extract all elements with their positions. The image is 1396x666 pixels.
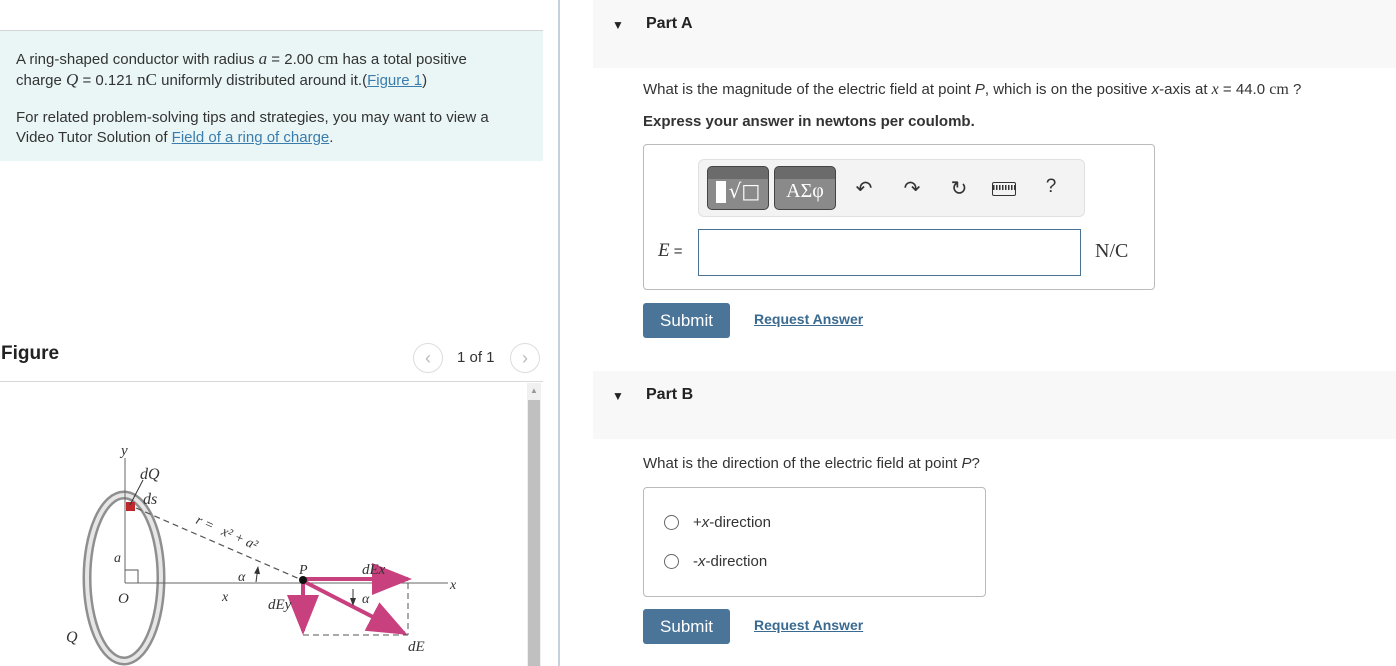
part-b-question: What is the direction of the electric fi…	[643, 455, 980, 472]
templates-icon: √□	[715, 173, 760, 203]
dEy-label: dEy	[268, 597, 292, 613]
problem-intro: A ring-shaped conductor with radius a = …	[0, 30, 543, 161]
y-label: y	[119, 443, 128, 459]
r-label: r = x² + a²	[193, 513, 260, 554]
answer-variable-label: E =	[658, 240, 683, 261]
next-figure-button[interactable]: ›	[510, 343, 540, 373]
previous-figure-button[interactable]: ‹	[413, 343, 443, 373]
direction-options: + x -direction - x -direction	[643, 487, 986, 597]
chevron-left-icon: ‹	[425, 347, 431, 368]
help-button[interactable]: ?	[1039, 176, 1063, 198]
x-distance-label: x	[221, 590, 229, 605]
figure-title: Figure	[1, 343, 60, 364]
alpha-arrow	[254, 566, 261, 583]
problem-panel: A ring-shaped conductor with radius a = …	[0, 0, 558, 666]
panel-divider[interactable]	[558, 0, 560, 666]
figure-image: y dQ ds a O Q x α P dEx dEy α dE x r = x…	[0, 383, 543, 666]
ring-highlight	[85, 493, 163, 663]
part-a-question: What is the magnitude of the electric fi…	[643, 81, 1302, 98]
part-a-answer-box: √□ ΑΣφ ↶ ↷ ↻ ? E = N/C	[643, 144, 1155, 290]
radio-button[interactable]	[664, 554, 679, 569]
undo-icon[interactable]: ↶	[852, 176, 876, 201]
figure-pager: 1 of 1	[457, 349, 495, 366]
part-b-header[interactable]: ▼ Part B	[593, 371, 1396, 439]
redo-icon[interactable]: ↷	[900, 176, 924, 201]
reset-icon[interactable]: ↻	[947, 176, 971, 201]
templates-button[interactable]: √□	[707, 166, 769, 210]
keyboard-icon[interactable]	[992, 182, 1016, 196]
collapse-triangle-icon[interactable]: ▼	[612, 18, 624, 32]
ring-charge-diagram: y dQ ds a O Q x α P dEx dEy α dE x r = x…	[66, 443, 457, 666]
part-a-header[interactable]: ▼ Part A	[593, 0, 1396, 68]
alpha-label: α	[238, 570, 246, 585]
greek-symbols-button[interactable]: ΑΣφ	[774, 166, 836, 210]
answer-unit: N/C	[1095, 240, 1129, 262]
dE-vector	[302, 579, 408, 635]
part-b-request-answer-link[interactable]: Request Answer	[754, 617, 863, 633]
collapse-triangle-icon[interactable]: ▼	[612, 389, 624, 403]
p-label: P	[298, 563, 308, 578]
answer-input[interactable]	[698, 229, 1081, 276]
video-tutor-link[interactable]: Field of a ring of charge	[172, 129, 330, 146]
option-minus-x[interactable]: - x -direction	[664, 553, 767, 570]
figure-link[interactable]: Figure 1	[367, 72, 422, 89]
chevron-right-icon: ›	[522, 347, 528, 368]
dq-label: dQ	[140, 466, 160, 483]
dEx-label: dEx	[362, 562, 386, 578]
radio-button[interactable]	[664, 515, 679, 530]
scroll-thumb[interactable]	[528, 400, 540, 666]
part-a-request-answer-link[interactable]: Request Answer	[754, 311, 863, 327]
part-a-instruction: Express your answer in newtons per coulo…	[643, 113, 975, 130]
q-label: Q	[66, 629, 78, 646]
part-a-title: Part A	[646, 15, 693, 32]
x-axis-label: x	[449, 578, 457, 593]
right-angle-mark	[125, 569, 139, 583]
ds-label: ds	[143, 491, 157, 508]
option-plus-x[interactable]: + x -direction	[664, 514, 771, 531]
part-a-submit-button[interactable]: Submit	[643, 303, 730, 338]
tips-text: For related problem-solving tips and str…	[16, 109, 489, 146]
figure-header: Figure ‹ 1 of 1 ›	[0, 340, 543, 382]
dE-label: dE	[408, 639, 425, 655]
scroll-up-icon[interactable]: ▲	[527, 383, 541, 399]
math-toolbar: √□ ΑΣφ ↶ ↷ ↻ ?	[698, 159, 1085, 217]
alpha2-label: α	[362, 592, 370, 607]
part-b-submit-button[interactable]: Submit	[643, 609, 730, 644]
a-label: a	[114, 551, 121, 566]
origin-label: O	[118, 591, 129, 607]
part-b-title: Part B	[646, 386, 694, 403]
problem-statement: A ring-shaped conductor with radius a = …	[16, 49, 467, 89]
figure-scrollbar[interactable]: ▲	[527, 383, 541, 666]
